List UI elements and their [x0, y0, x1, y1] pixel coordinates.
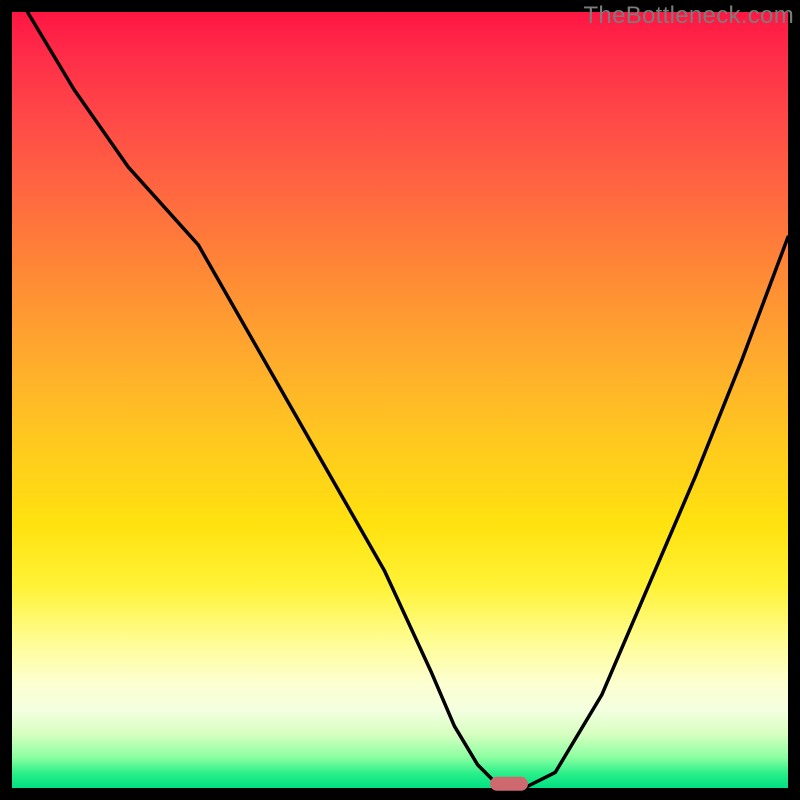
- chart-frame: TheBottleneck.com: [0, 0, 800, 800]
- optimal-point-marker: [490, 777, 528, 791]
- curve-path: [28, 12, 788, 788]
- plot-area: [12, 12, 788, 788]
- watermark-text: TheBottleneck.com: [583, 2, 794, 30]
- bottleneck-curve: [12, 12, 788, 788]
